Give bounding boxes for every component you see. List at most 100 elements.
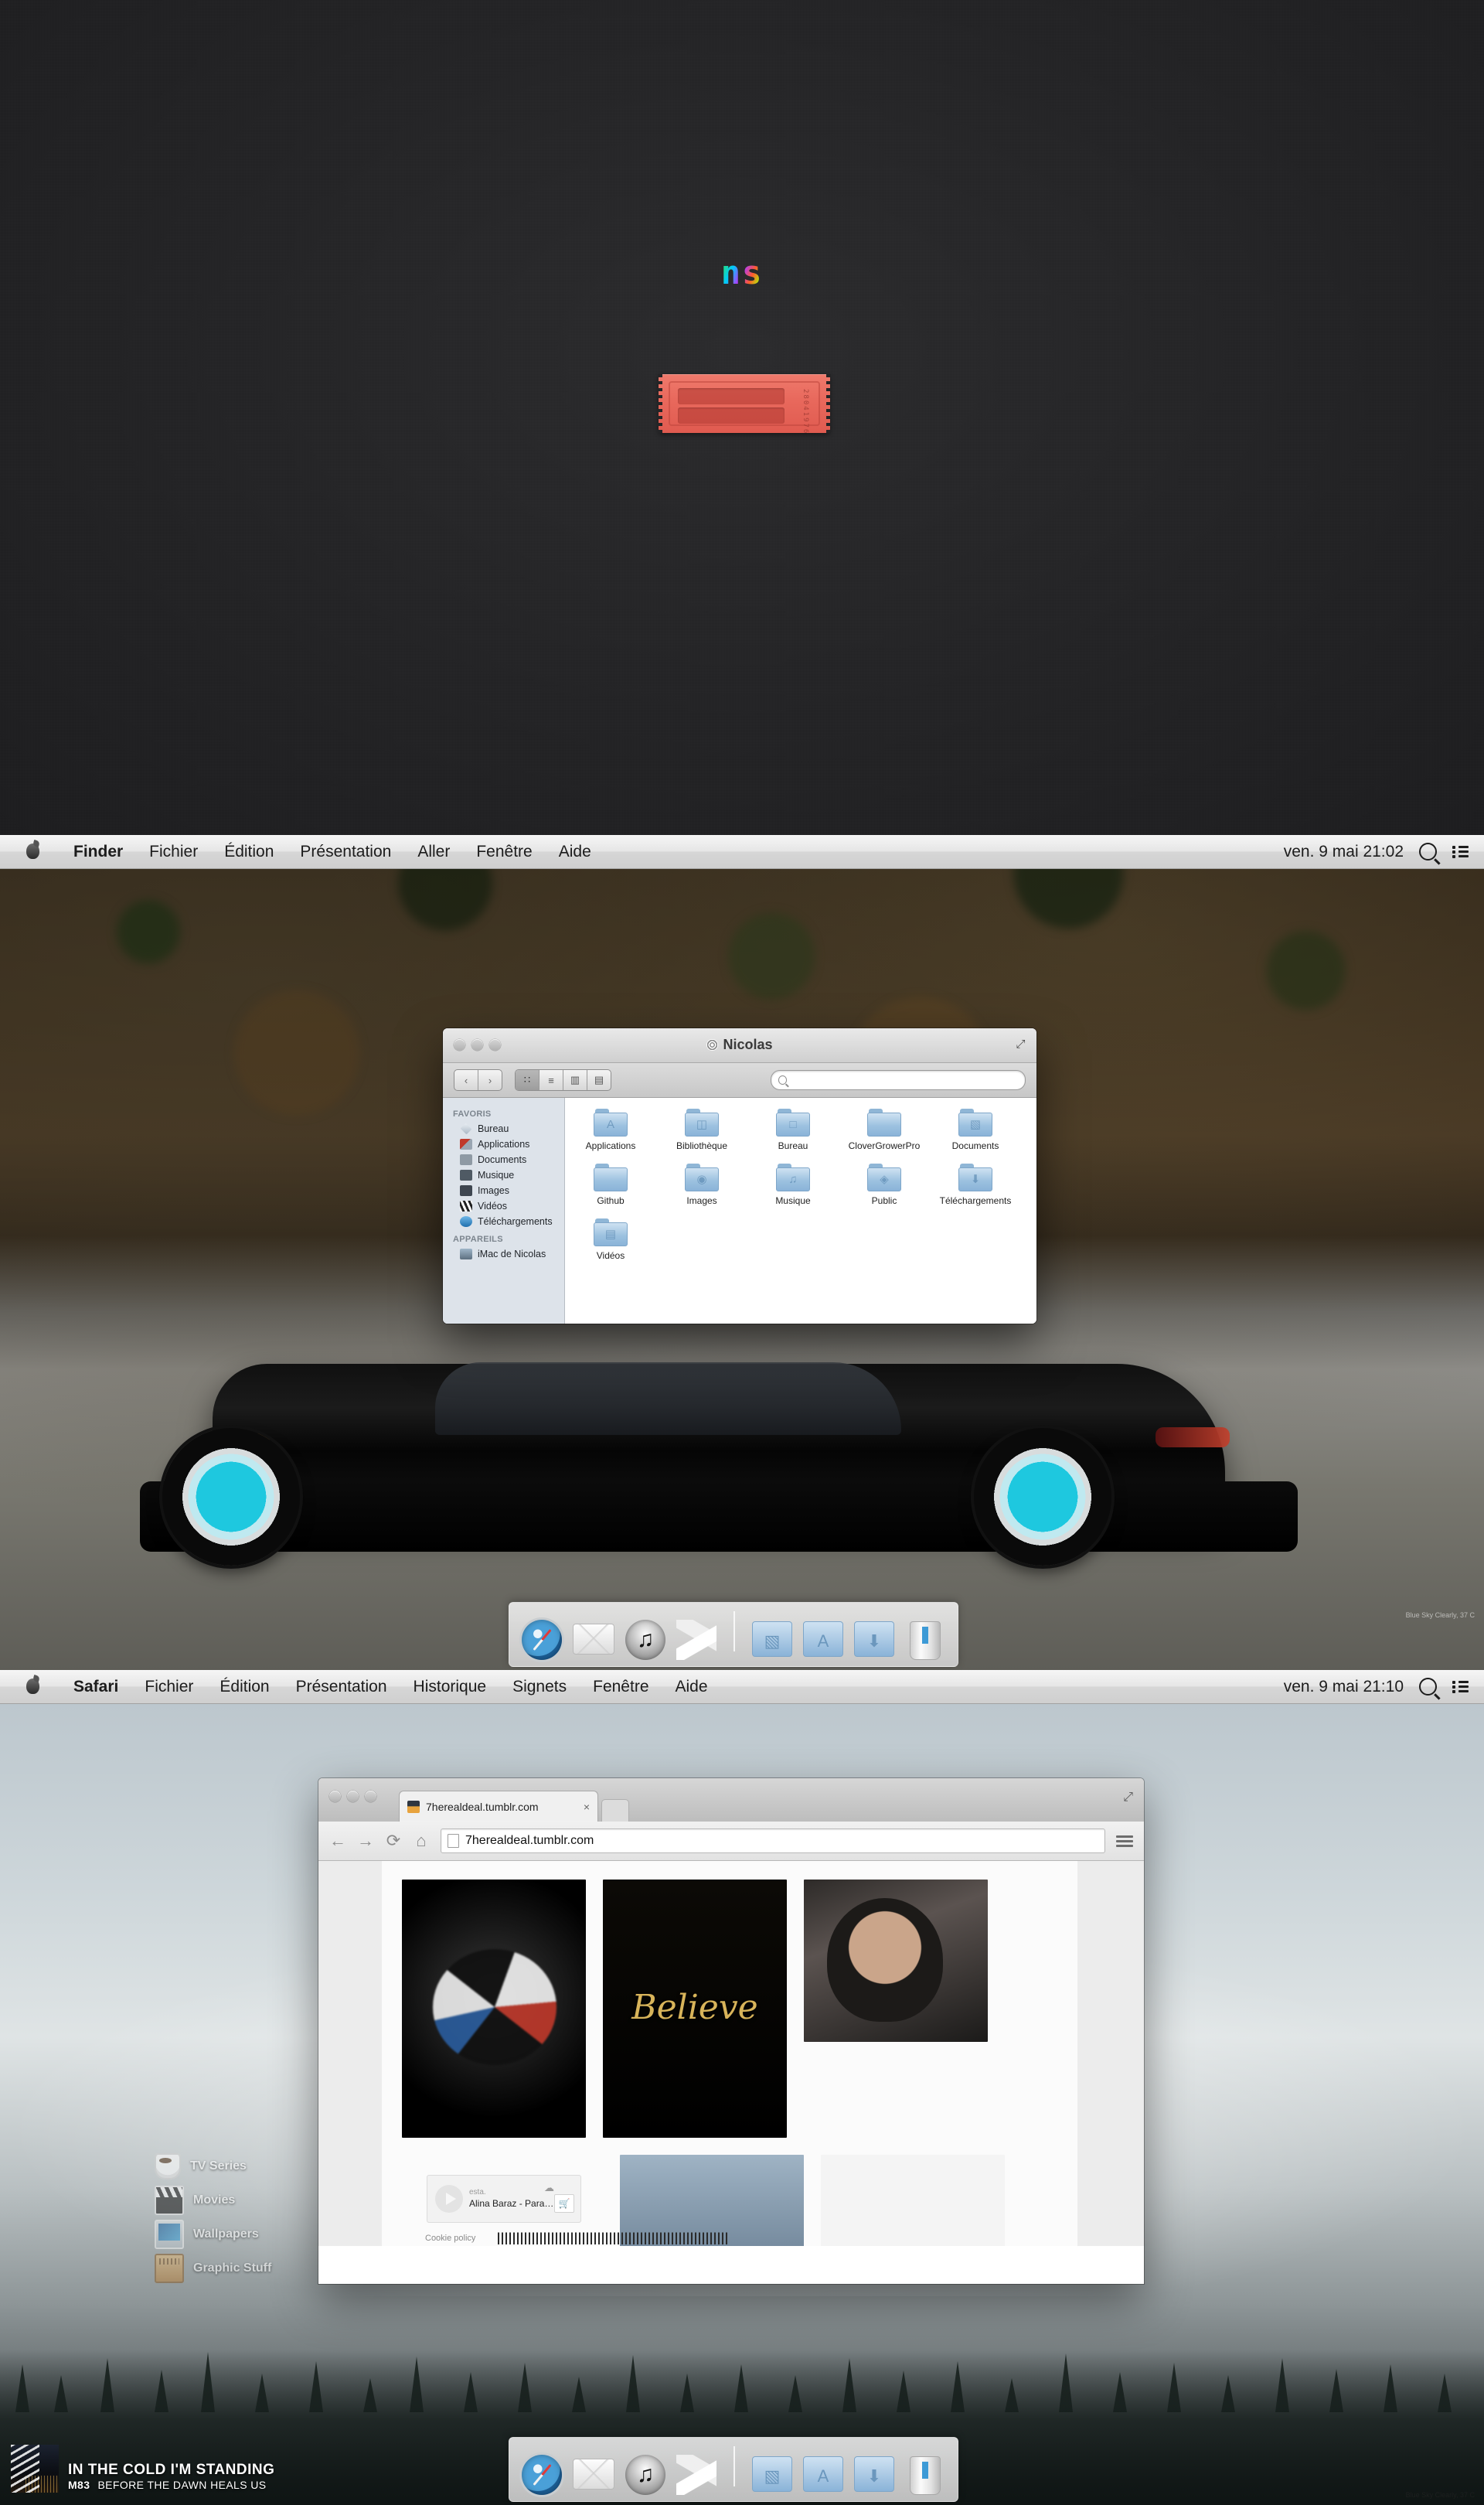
menu-edition[interactable]: Édition [211, 843, 287, 861]
file-item[interactable]: ▧ Documents [930, 1109, 1021, 1151]
menu-presentation[interactable]: Présentation [283, 1678, 400, 1696]
menu-aide[interactable]: Aide [662, 1678, 721, 1696]
dock-safari-icon[interactable] [522, 2455, 562, 2495]
reload-button[interactable]: ⟳ [385, 1831, 402, 1851]
dock-screen2[interactable]: ▧ A ⬇ [509, 1602, 958, 1667]
menu-safari[interactable]: Safari [60, 1678, 131, 1696]
menu-fenetre[interactable]: Fenêtre [463, 843, 545, 861]
file-item[interactable]: ◈ Public [839, 1164, 930, 1206]
home-button[interactable]: ⌂ [413, 1831, 430, 1851]
dock-bird-icon[interactable] [676, 2455, 716, 2495]
menu-presentation[interactable]: Présentation [287, 843, 404, 861]
hamburger-menu-icon[interactable] [1116, 1835, 1133, 1847]
file-item[interactable]: □ Bureau [747, 1109, 839, 1151]
file-item[interactable]: Github [565, 1164, 656, 1206]
icon-view-button[interactable]: ∷ [516, 1070, 539, 1090]
dock-screen3[interactable]: ▧ A ⬇ [509, 2437, 958, 2502]
cart-icon[interactable]: 🛒 [554, 2194, 574, 2213]
dock-itunes-icon[interactable] [625, 1620, 665, 1660]
menu-aller[interactable]: Aller [404, 843, 463, 861]
finder-toolbar[interactable]: ‹ › ∷ ≡ ▥ ▤ [443, 1063, 1036, 1098]
sidebar-item-videos[interactable]: Vidéos [443, 1198, 564, 1214]
fullscreen-icon[interactable]: ⤢ [1014, 1038, 1027, 1051]
menu-finder[interactable]: Finder [60, 843, 136, 861]
finder-titlebar[interactable]: Nicolas ⤢ [443, 1028, 1036, 1063]
file-item[interactable]: CloverGrowerPro [839, 1109, 930, 1151]
dock-applications-folder-icon[interactable]: A [803, 1621, 843, 1657]
file-item[interactable]: ▤ Vidéos [565, 1218, 656, 1261]
column-view-button[interactable]: ▥ [563, 1070, 587, 1090]
back-button[interactable]: ← [329, 1831, 346, 1851]
menubar-clock[interactable]: ven. 9 mai 21:10 [1284, 1678, 1404, 1696]
finder-file-grid[interactable]: A Applications ◫ Bibliothèque □ Bureau Clov… [565, 1098, 1036, 1324]
file-item[interactable]: ◉ Images [656, 1164, 747, 1206]
dock-bird-icon[interactable] [676, 1620, 716, 1660]
file-item[interactable]: A Applications [565, 1109, 656, 1151]
search-icon[interactable] [1419, 1678, 1437, 1696]
menu-aide[interactable]: Aide [546, 843, 604, 861]
address-bar[interactable]: 7herealdeal.tumblr.com [441, 1828, 1105, 1853]
dock-documents-folder-icon[interactable]: ▧ [752, 2456, 792, 2492]
coverflow-view-button[interactable]: ▤ [587, 1070, 611, 1090]
dock-applications-folder-icon[interactable]: A [803, 2456, 843, 2492]
file-item[interactable]: ♫ Musique [747, 1164, 839, 1206]
dock-safari-icon[interactable] [522, 1620, 562, 1660]
soundcloud-player[interactable]: esta. Alina Baraz - Para… ☁ 🛒 [427, 2175, 581, 2223]
apple-icon[interactable] [22, 840, 45, 864]
nav-buttons[interactable]: ‹ › [454, 1069, 502, 1091]
window-controls[interactable] [329, 1791, 376, 1802]
post-image[interactable] [821, 2155, 1005, 2246]
chrome-window[interactable]: 7herealdeal.tumblr.com × ⤢ ← → ⟳ ⌂ 7here… [318, 1778, 1144, 2284]
sidebar-item-images[interactable]: Images [443, 1183, 564, 1198]
sidebar-item-documents[interactable]: Documents [443, 1152, 564, 1167]
menubar-finder[interactable]: Finder Fichier Édition Présentation Alle… [0, 835, 1484, 869]
menubar-safari[interactable]: Safari Fichier Édition Présentation Hist… [0, 1670, 1484, 1704]
minimize-button[interactable] [347, 1791, 359, 1802]
menu-signets[interactable]: Signets [499, 1678, 580, 1696]
search-input[interactable] [791, 1074, 1018, 1086]
menubar-clock[interactable]: ven. 9 mai 21:02 [1284, 843, 1404, 861]
finder-search-field[interactable] [771, 1070, 1026, 1090]
chrome-toolbar[interactable]: ← → ⟳ ⌂ 7herealdeal.tumblr.com [318, 1822, 1144, 1861]
sidebar-item-musique[interactable]: Musique [443, 1167, 564, 1183]
page-viewport[interactable]: esta. Alina Baraz - Para… ☁ 🛒 Cookie pol… [318, 1861, 1144, 2246]
back-button[interactable]: ‹ [454, 1070, 478, 1090]
dock-mail-icon[interactable] [573, 2459, 614, 2490]
dock-trash-icon[interactable] [910, 2456, 941, 2495]
new-tab-button[interactable] [601, 1799, 629, 1822]
menu-fichier[interactable]: Fichier [136, 843, 211, 861]
file-item[interactable]: ◫ Bibliothèque [656, 1109, 747, 1151]
dock-downloads-folder-icon[interactable]: ⬇ [854, 2456, 894, 2492]
sidebar-item-applications[interactable]: Applications [443, 1137, 564, 1152]
sidebar-item-telechargements[interactable]: Téléchargements [443, 1214, 564, 1229]
tab-close-icon[interactable]: × [584, 1801, 590, 1813]
post-image[interactable] [603, 1880, 787, 2138]
post-image[interactable] [402, 1880, 586, 2138]
dock-mail-icon[interactable] [573, 1624, 614, 1655]
browser-tab[interactable]: 7herealdeal.tumblr.com × [399, 1791, 598, 1822]
file-item[interactable]: ⬇ Téléchargements [930, 1164, 1021, 1206]
dock-downloads-folder-icon[interactable]: ⬇ [854, 1621, 894, 1657]
menu-edition[interactable]: Édition [206, 1678, 282, 1696]
sidebar-item-bureau[interactable]: Bureau [443, 1121, 564, 1137]
search-icon[interactable] [1419, 843, 1437, 861]
list-view-button[interactable]: ≡ [539, 1070, 563, 1090]
menu-fichier[interactable]: Fichier [131, 1678, 206, 1696]
forward-button[interactable]: → [357, 1831, 374, 1851]
view-mode-buttons[interactable]: ∷ ≡ ▥ ▤ [515, 1069, 611, 1091]
sidebar-item-imac[interactable]: iMac de Nicolas [443, 1246, 564, 1262]
zoom-button[interactable] [365, 1791, 376, 1802]
post-image[interactable] [804, 1880, 988, 2042]
forward-button[interactable]: › [478, 1070, 502, 1090]
chrome-tabstrip[interactable]: 7herealdeal.tumblr.com × ⤢ [318, 1778, 1144, 1822]
dock-documents-folder-icon[interactable]: ▧ [752, 1621, 792, 1657]
menu-historique[interactable]: Historique [400, 1678, 500, 1696]
play-button[interactable] [435, 2185, 463, 2213]
finder-window[interactable]: Nicolas ⤢ ‹ › ∷ ≡ ▥ ▤ FAVORIS Bureau App… [443, 1028, 1036, 1324]
apple-icon[interactable] [22, 1675, 45, 1699]
close-button[interactable] [329, 1791, 341, 1802]
list-icon[interactable] [1452, 845, 1469, 858]
menu-fenetre[interactable]: Fenêtre [580, 1678, 662, 1696]
fullscreen-icon[interactable]: ⤢ [1123, 1791, 1133, 1805]
list-icon[interactable] [1452, 1680, 1469, 1693]
